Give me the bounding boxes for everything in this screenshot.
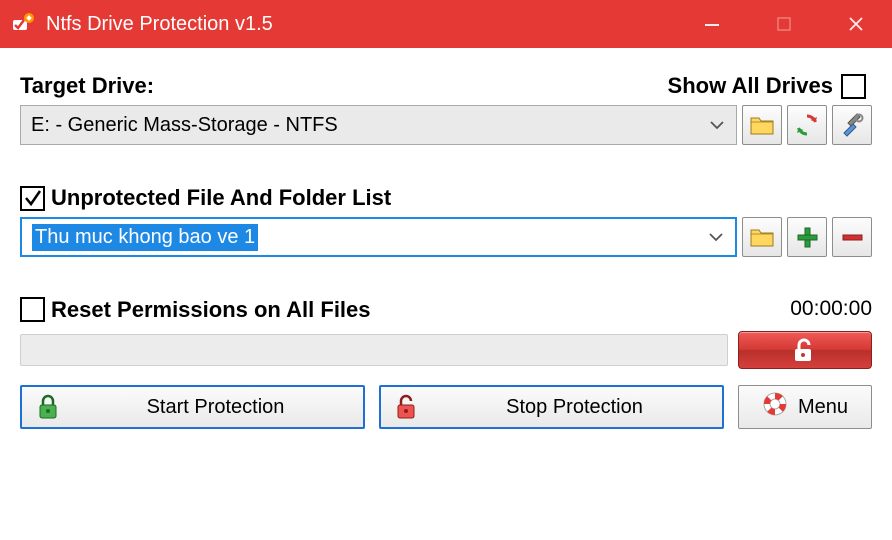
- progress-bar: [20, 334, 728, 366]
- stop-protection-label: Stop Protection: [427, 396, 722, 419]
- lifebuoy-icon: [762, 391, 788, 423]
- remove-unprotected-button[interactable]: [832, 217, 872, 257]
- unprotected-item-dropdown[interactable]: Thu muc khong bao ve 1: [20, 217, 737, 257]
- show-all-drives-label: Show All Drives: [668, 73, 833, 99]
- target-drive-dropdown[interactable]: E: - Generic Mass-Storage - NTFS: [20, 105, 737, 145]
- start-protection-label: Start Protection: [68, 396, 363, 419]
- lock-closed-icon: [28, 394, 68, 420]
- unprotected-list-checkbox[interactable]: [20, 186, 45, 211]
- unprotected-list-label: Unprotected File And Folder List: [51, 185, 391, 211]
- unlock-button[interactable]: [738, 331, 872, 369]
- browse-unprotected-button[interactable]: [742, 217, 782, 257]
- app-icon: [10, 11, 36, 37]
- maximize-button[interactable]: [748, 0, 820, 48]
- start-protection-button[interactable]: Start Protection: [20, 385, 365, 429]
- reset-permissions-label: Reset Permissions on All Files: [51, 297, 371, 323]
- target-drive-value: E: - Generic Mass-Storage - NTFS: [31, 114, 338, 137]
- menu-button[interactable]: Menu: [738, 385, 872, 429]
- titlebar: Ntfs Drive Protection v1.5: [0, 0, 892, 48]
- window-title: Ntfs Drive Protection v1.5: [46, 13, 676, 36]
- window-controls: [676, 0, 892, 48]
- unprotected-item-value: Thu muc khong bao ve 1: [32, 224, 258, 251]
- browse-drive-button[interactable]: [742, 105, 782, 145]
- tools-button[interactable]: [832, 105, 872, 145]
- menu-label: Menu: [798, 396, 848, 419]
- add-unprotected-button[interactable]: [787, 217, 827, 257]
- target-drive-label: Target Drive:: [20, 73, 154, 99]
- chevron-down-icon: [707, 228, 725, 246]
- chevron-down-icon: [708, 116, 726, 134]
- reset-permissions-checkbox[interactable]: [20, 297, 45, 322]
- close-button[interactable]: [820, 0, 892, 48]
- refresh-drives-button[interactable]: [787, 105, 827, 145]
- timer-value: 00:00:00: [790, 297, 872, 321]
- stop-protection-button[interactable]: Stop Protection: [379, 385, 724, 429]
- minimize-button[interactable]: [676, 0, 748, 48]
- show-all-drives-checkbox[interactable]: [841, 74, 866, 99]
- lock-open-icon: [387, 394, 427, 420]
